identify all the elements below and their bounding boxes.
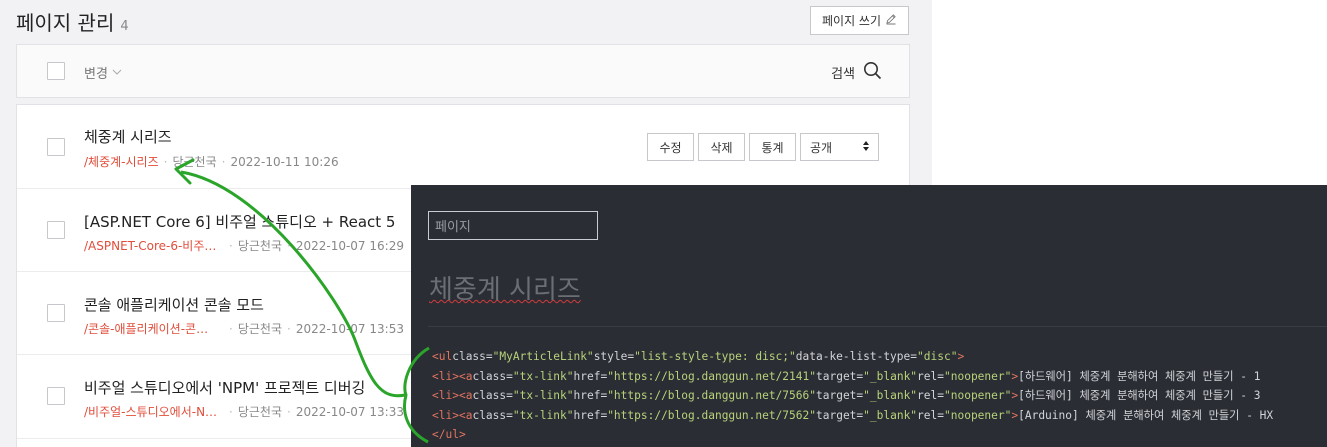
row-slug-link[interactable]: /체중계-시리즈 xyxy=(84,153,159,170)
row-checkbox[interactable] xyxy=(47,221,65,239)
write-page-label: 페이지 쓰기 xyxy=(821,14,881,28)
select-all-checkbox[interactable] xyxy=(47,62,65,80)
row-title[interactable]: 체중계 시리즈 xyxy=(84,126,172,147)
category-input[interactable]: 페이지 xyxy=(428,211,598,240)
row-checkbox[interactable] xyxy=(47,304,65,322)
change-label: 변경 xyxy=(84,67,108,82)
row-meta: /비주얼-스튜디오에서-N… · 당근천국 · 2022-10-07 13:33 xyxy=(84,403,404,420)
list-toolbar: 변경 검색 xyxy=(16,44,910,98)
row-author: 당근천국 xyxy=(237,239,282,253)
code-line: <li><aclass="tx-link"href="https://blog.… xyxy=(432,389,1261,402)
code-line: <ulclass="MyArticleLink"style="list-styl… xyxy=(432,350,965,363)
search-icon xyxy=(863,61,882,84)
row-title[interactable]: 콘솔 애플리케이션 콘솔 모드 xyxy=(84,294,264,315)
edit-button[interactable]: 수정 xyxy=(647,133,694,161)
row-author: 당근천국 xyxy=(237,322,282,336)
row-slug-link[interactable]: /콘솔-애플리케이션-콘… xyxy=(84,320,224,337)
visibility-value: 공개 xyxy=(810,140,833,155)
row-meta: /ASPNET-Core-6-비주… · 당근천국 · 2022-10-07 16:29 xyxy=(84,237,404,254)
row-slug-link[interactable]: /ASPNET-Core-6-비주… xyxy=(84,237,224,254)
search-toggle[interactable]: 검색 xyxy=(831,61,882,84)
row-checkbox[interactable] xyxy=(47,138,65,156)
code-block[interactable]: <ulclass="MyArticleLink"style="list-styl… xyxy=(432,347,1273,445)
code-line: <li><aclass="tx-link"href="https://blog.… xyxy=(432,408,1274,422)
row-slug-link[interactable]: /비주얼-스튜디오에서-N… xyxy=(84,403,224,420)
editor-title[interactable]: 체중계 시리즈 xyxy=(429,269,581,306)
chevron-down-icon xyxy=(112,65,122,80)
editor-divider xyxy=(428,326,1327,327)
page-title: 페이지 관리 4 xyxy=(16,7,129,36)
editor-title-text: 체중계 시리즈 xyxy=(429,275,581,305)
code-line: <li><aclass="tx-link"href="https://blog.… xyxy=(432,369,1261,383)
search-label: 검색 xyxy=(831,67,855,82)
row-title[interactable]: 비주얼 스튜디오에서 'NPM' 프로젝트 디버깅 xyxy=(84,377,365,398)
row-author: 당근천국 xyxy=(237,405,282,419)
row-date: 2022-10-07 13:33 xyxy=(295,405,404,419)
pencil-icon xyxy=(885,13,897,28)
updown-arrow-icon xyxy=(862,140,870,155)
row-title[interactable]: [ASP.NET Core 6] 비주얼 스튜디오 + React 5 xyxy=(84,211,395,232)
page-count: 4 xyxy=(120,19,129,34)
row-date: 2022-10-11 10:26 xyxy=(230,155,339,169)
page-row: 체중계 시리즈 /체중계-시리즈 · 당근천국 · 2022-10-11 10:26 수… xyxy=(17,105,909,189)
stats-button[interactable]: 통계 xyxy=(749,133,796,161)
row-date: 2022-10-07 13:53 xyxy=(295,322,404,336)
change-dropdown[interactable]: 변경 xyxy=(84,63,122,82)
code-line: </ul> xyxy=(432,428,466,441)
row-actions: 수정 삭제 통계 공개 xyxy=(647,133,879,161)
row-date: 2022-10-07 16:29 xyxy=(295,239,404,253)
delete-button[interactable]: 삭제 xyxy=(698,133,745,161)
row-checkbox[interactable] xyxy=(47,387,65,405)
row-meta: /콘솔-애플리케이션-콘… · 당근천국 · 2022-10-07 13:53 xyxy=(84,320,404,337)
page-title-text: 페이지 관리 xyxy=(16,11,115,35)
row-meta: /체중계-시리즈 · 당근천국 · 2022-10-11 10:26 xyxy=(84,153,339,170)
write-page-button[interactable]: 페이지 쓰기 xyxy=(810,6,909,35)
html-editor-overlay: 페이지 체중계 시리즈 <ulclass="MyArticleLink"styl… xyxy=(411,185,1327,447)
row-author: 당근천국 xyxy=(172,155,217,169)
visibility-select[interactable]: 공개 xyxy=(800,133,879,161)
